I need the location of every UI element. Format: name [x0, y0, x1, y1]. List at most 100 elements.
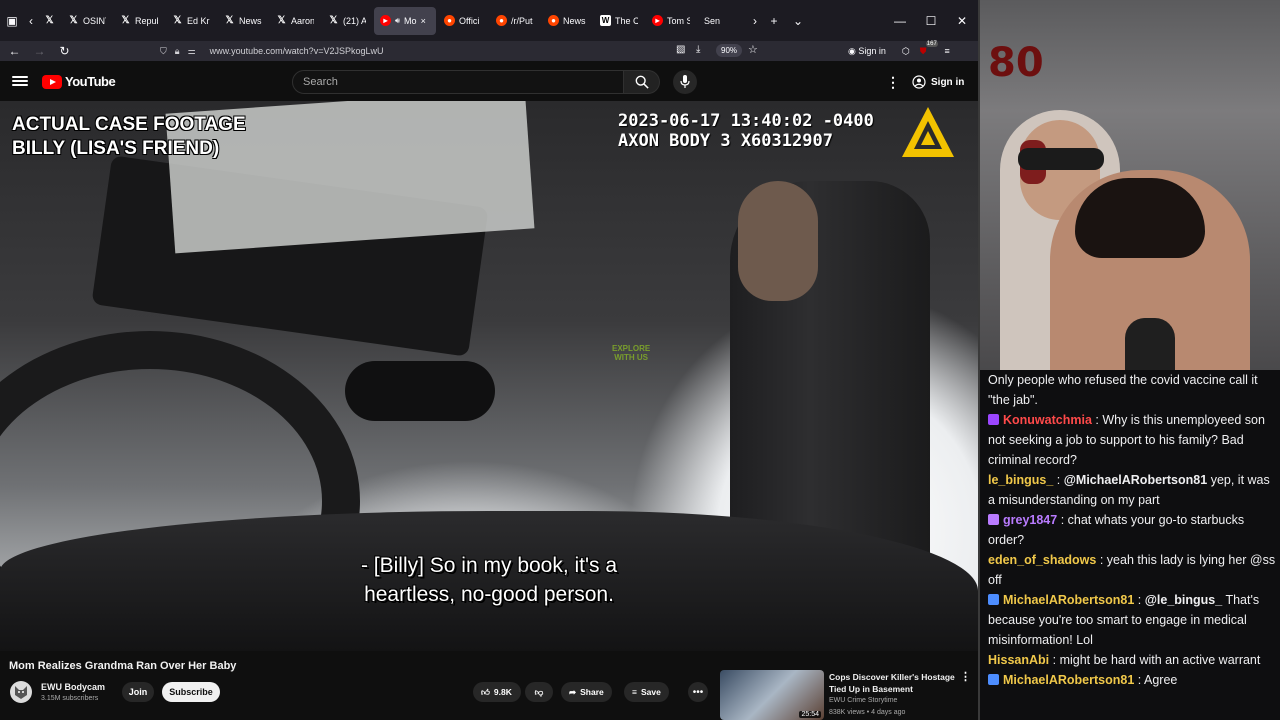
chat-username[interactable]: eden_of_shadows — [988, 553, 1096, 567]
browser-tab[interactable]: 𝕏 Aaron — [270, 7, 320, 35]
app-menu-icon[interactable]: ≡ — [945, 46, 950, 56]
close-tab-icon[interactable]: × — [421, 16, 426, 26]
chat-username[interactable]: grey1847 — [1003, 513, 1057, 527]
dislike-button[interactable]: 👎︎ — [525, 682, 553, 702]
reddit-icon: ● — [496, 15, 507, 26]
browser-tab[interactable]: ▸ 🔊︎ Mo × — [374, 6, 436, 35]
recommended-thumbnail[interactable]: 25:54 — [720, 670, 824, 720]
video-timestamp: 2023-06-17 13:40:02 -0400 — [618, 111, 874, 131]
recommended-menu-icon[interactable]: ⋮ — [960, 670, 971, 683]
screen: ▣ ‹ 𝕏X𝕏OSINT𝕏Repub 𝕏 Ed Kr 𝕏News𝕏Aaron𝕏(21)… — [0, 0, 1280, 720]
browser-tab[interactable]: W The C — [594, 7, 644, 35]
browser-tab[interactable]: 𝕏 OSINT — [62, 7, 112, 35]
save-playlist-icon: ≡ — [632, 687, 637, 697]
browser-tab[interactable]: ● /r/Put — [490, 7, 540, 35]
channel-avatar[interactable] — [10, 681, 32, 703]
url-text[interactable]: www.youtube.com/watch?v=V2JSPkogLwU — [210, 46, 384, 56]
chat-username[interactable]: HissanAbi — [988, 653, 1049, 667]
tab-strip: 𝕏X𝕏OSINT𝕏Repub 𝕏 Ed Kr 𝕏News𝕏Aaron𝕏(21) A▸🔊… — [38, 6, 748, 35]
browser-tab-title: Ed Kr — [187, 15, 210, 26]
chat-badge-icon — [988, 414, 999, 425]
forward-icon[interactable]: → — [27, 44, 52, 58]
subscribe-button[interactable]: Subscribe — [162, 682, 220, 702]
browser-tab[interactable]: ● Offici — [438, 7, 488, 35]
webcam-goggles — [1018, 148, 1104, 170]
live-chat: Only people who refused the covid vaccin… — [980, 370, 1280, 720]
chat-separator: : — [1049, 653, 1060, 667]
thumbs-up-icon: 👍︎ — [481, 686, 490, 697]
join-button[interactable]: Join — [122, 682, 154, 702]
close-window-icon[interactable]: ✕ — [946, 0, 978, 41]
recommended-channel[interactable]: EWU Crime Storytime — [829, 697, 897, 704]
chat-message: MichaelARobertson81 : @le_bingus_ That's… — [988, 590, 1276, 650]
scroll-tabs-left-icon[interactable]: ‹ — [24, 0, 38, 41]
webcam-backdrop-number: 80 — [988, 40, 1044, 86]
caption-line-2: heartless, no-good person. — [364, 583, 614, 606]
video-title: Mom Realizes Grandma Ran Over Her Baby — [9, 660, 237, 672]
video-watermark-line1: EXPLORE — [612, 344, 651, 353]
list-tabs-icon[interactable]: ⌄ — [786, 0, 810, 41]
account-signin[interactable]: ◉ Sign in — [848, 46, 886, 57]
permissions-icon[interactable]: ⚌ — [188, 46, 196, 57]
chat-username[interactable]: MichaelARobertson81 — [1003, 593, 1134, 607]
search-button[interactable] — [624, 70, 660, 94]
lock-icon[interactable]: 🔒︎ — [175, 46, 180, 57]
browser-tab-title: (21) A — [343, 15, 366, 26]
like-button[interactable]: 👍︎ 9.8K — [473, 682, 521, 702]
more-actions-icon[interactable]: ••• — [688, 682, 708, 702]
youtube-header: YouTube ⋮ Sign in — [0, 61, 978, 101]
settings-kebab-icon[interactable]: ⋮ — [886, 74, 900, 91]
speaker-icon[interactable]: 🔊︎ — [395, 16, 400, 26]
browser-tab[interactable]: 𝕏 Repub — [114, 7, 164, 35]
back-icon[interactable]: ← — [2, 44, 27, 58]
chat-username[interactable]: MichaelARobertson81 — [1003, 673, 1134, 687]
recommended-duration: 25:54 — [799, 711, 821, 718]
save-button[interactable]: ≡ Save — [624, 682, 669, 702]
zoom-level[interactable]: 90% — [716, 44, 743, 57]
maximize-icon[interactable]: ☐ — [915, 0, 947, 41]
shield-icon[interactable]: ⛉ — [160, 46, 167, 57]
chat-separator: : — [1057, 513, 1068, 527]
bookmark-star-icon[interactable]: ☆ — [748, 43, 758, 56]
search-input[interactable] — [292, 70, 624, 94]
voice-search-button[interactable] — [673, 70, 697, 94]
channel-name[interactable]: EWU Bodycam — [41, 682, 105, 692]
video-player[interactable]: ACTUAL CASE FOOTAGE BILLY (LISA'S FRIEND… — [0, 101, 978, 651]
video-captions: - [Billy] So in my book, it's a heartles… — [0, 551, 978, 609]
youtube-signin-button[interactable]: Sign in — [906, 71, 970, 93]
chat-mention[interactable]: @MichaelARobertson81 — [1064, 473, 1207, 487]
chat-username[interactable]: le_bingus_ — [988, 473, 1053, 487]
share-button[interactable]: ➦ Share — [561, 682, 612, 702]
tab-overview-icon[interactable]: ▣ — [0, 0, 24, 41]
chat-message: HissanAbi : might be hard with an active… — [988, 650, 1276, 670]
x-icon: 𝕏 — [173, 15, 182, 26]
share-arrow-icon: ➦ — [569, 686, 577, 697]
browser-tab[interactable]: 𝕏 News — [218, 7, 268, 35]
browser-tab-bar: ▣ ‹ 𝕏X𝕏OSINT𝕏Repub 𝕏 Ed Kr 𝕏News𝕏Aaron𝕏(21)… — [0, 0, 978, 41]
chat-username[interactable]: Konuwatchmia — [1003, 413, 1092, 427]
chat-separator: : — [1053, 473, 1064, 487]
guide-menu-icon[interactable] — [12, 73, 28, 89]
chat-mention[interactable]: @le_bingus_ — [1145, 593, 1222, 607]
browser-nav-bar: ← → ↻ ⛉ 🔒︎ ⚌ www.youtube.com/watch?v=V2J… — [0, 40, 978, 61]
new-tab-icon[interactable]: + — [762, 0, 786, 41]
browser-tab[interactable]: 𝕏 Ed Kr — [166, 7, 216, 35]
minimize-icon[interactable]: — — [884, 0, 916, 41]
browser-tab[interactable]: ▸ Tom S — [646, 7, 696, 35]
browser-tab[interactable]: 𝕏X — [38, 7, 60, 35]
extensions-icon[interactable]: ⬡ — [902, 46, 910, 57]
browser-tab-title: Tom S — [667, 15, 690, 26]
chat-message: eden_of_shadows : yeah this lady is lyin… — [988, 550, 1276, 590]
browser-tab[interactable]: ● News — [542, 7, 592, 35]
picture-icon[interactable]: ▧ — [676, 44, 685, 55]
recommended-title[interactable]: Cops Discover Killer's Hostage Tied Up i… — [829, 671, 955, 695]
youtube-logo[interactable]: YouTube — [42, 74, 116, 89]
search-icon — [635, 75, 649, 89]
save-page-icon[interactable]: ⤓ — [696, 44, 700, 55]
browser-tab[interactable]: 𝕏 (21) A — [322, 7, 372, 35]
ublock-icon[interactable]: ⛊ 167 — [920, 40, 938, 57]
scroll-tabs-right-icon[interactable]: › — [748, 0, 762, 41]
like-count: 9.8K — [493, 687, 512, 697]
browser-tab[interactable]: Sen — [698, 7, 748, 35]
reload-icon[interactable]: ↻ — [52, 44, 77, 58]
